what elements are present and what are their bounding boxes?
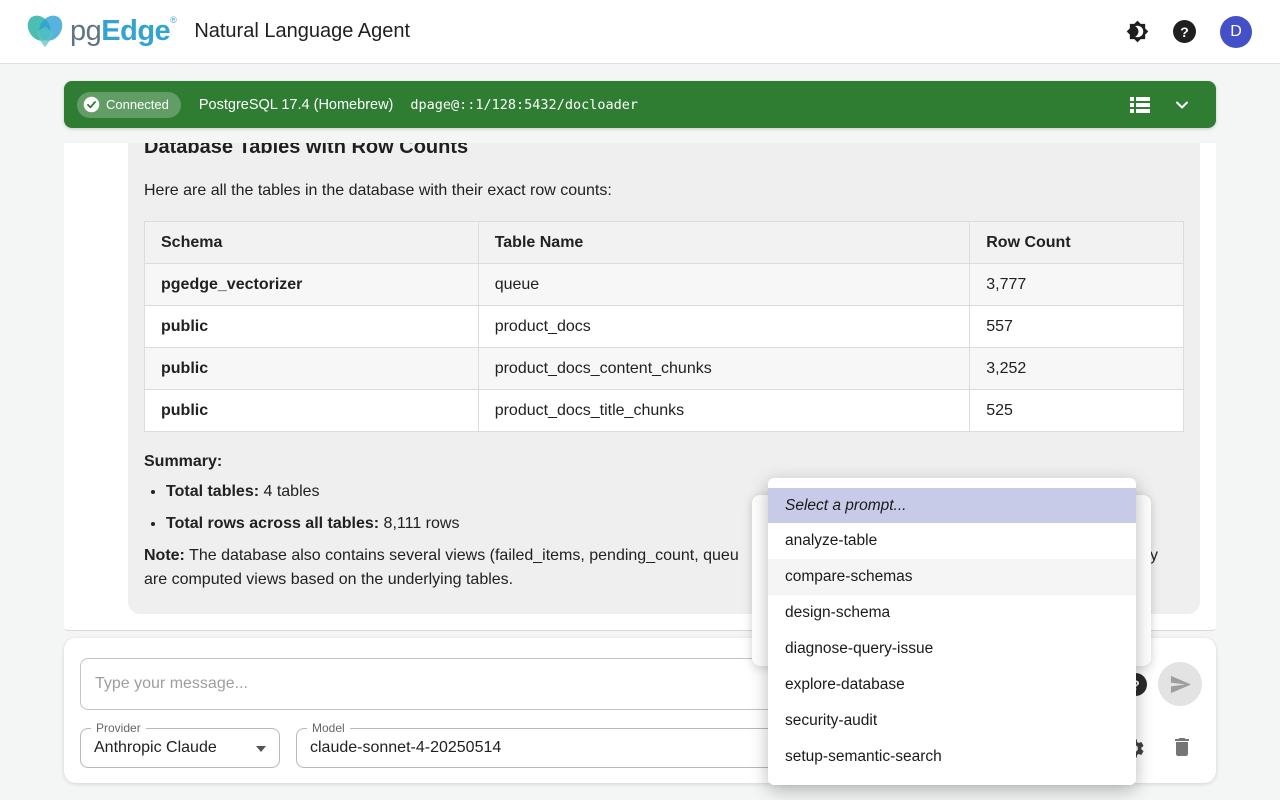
theme-toggle-button[interactable] bbox=[1125, 20, 1149, 44]
help-icon: ? bbox=[1180, 24, 1189, 40]
prompt-option[interactable]: setup-semantic-search bbox=[768, 739, 1136, 775]
app-header: pgEdge® Natural Language Agent ? D bbox=[0, 0, 1280, 64]
prompt-option[interactable]: analyze-table bbox=[768, 523, 1136, 559]
prompt-option[interactable]: security-audit bbox=[768, 703, 1136, 739]
message-intro: Here are all the tables in the database … bbox=[144, 179, 1184, 203]
table-row: public product_docs 557 bbox=[145, 306, 1184, 348]
dropdown-caret-icon bbox=[256, 746, 266, 752]
help-button[interactable]: ? bbox=[1173, 20, 1196, 43]
pgedge-logo: pgEdge® bbox=[22, 9, 176, 55]
prompt-option[interactable]: compare-schemas bbox=[768, 559, 1136, 595]
prompt-option[interactable]: diagnose-query-issue bbox=[768, 631, 1136, 667]
prompt-option[interactable]: explore-database bbox=[768, 667, 1136, 703]
dark-mode-icon bbox=[1126, 20, 1149, 43]
table-row: pgedge_vectorizer queue 3,777 bbox=[145, 264, 1184, 306]
row-counts-table: Schema Table Name Row Count pgedge_vecto… bbox=[144, 221, 1184, 432]
model-value: claude-sonnet-4-20250514 bbox=[310, 739, 501, 757]
connection-status-badge: Connected bbox=[77, 92, 181, 118]
provider-value: Anthropic Claude bbox=[94, 739, 217, 757]
clear-chat-button[interactable] bbox=[1170, 735, 1194, 759]
column-header-row-count: Row Count bbox=[970, 222, 1184, 264]
table-header-row: Schema Table Name Row Count bbox=[145, 222, 1184, 264]
prompt-option-placeholder[interactable]: Select a prompt... bbox=[768, 488, 1136, 523]
table-row: public product_docs_title_chunks 525 bbox=[145, 390, 1184, 432]
table-row: public product_docs_content_chunks 3,252 bbox=[145, 348, 1184, 390]
avatar-initial: D bbox=[1230, 23, 1242, 41]
connection-bar: Connected PostgreSQL 17.4 (Homebrew) dpa… bbox=[64, 81, 1216, 128]
summary-heading: Summary: bbox=[144, 452, 1184, 472]
user-avatar[interactable]: D bbox=[1220, 16, 1252, 48]
send-icon bbox=[1169, 673, 1192, 696]
pgedge-logo-text: pgEdge® bbox=[70, 15, 176, 48]
server-version-label: PostgreSQL 17.4 (Homebrew) bbox=[199, 97, 394, 113]
connection-string: dpage@::1/128:5432/docloader bbox=[410, 97, 638, 113]
chevron-down-icon[interactable] bbox=[1172, 95, 1192, 115]
model-label: Model bbox=[307, 721, 350, 735]
provider-select[interactable]: Provider Anthropic Claude bbox=[80, 728, 280, 768]
prompt-dropdown-menu: Select a prompt... analyze-table compare… bbox=[768, 478, 1136, 785]
column-header-schema: Schema bbox=[145, 222, 479, 264]
prompt-option[interactable]: design-schema bbox=[768, 595, 1136, 631]
connection-status-label: Connected bbox=[106, 97, 169, 112]
pgedge-heart-icon bbox=[22, 9, 68, 55]
check-circle-icon bbox=[83, 96, 100, 113]
provider-label: Provider bbox=[91, 721, 146, 735]
message-heading: Database Tables with Row Counts bbox=[144, 143, 1184, 161]
page-title: Natural Language Agent bbox=[194, 20, 410, 43]
trash-icon bbox=[1170, 735, 1194, 759]
send-button[interactable] bbox=[1158, 662, 1202, 706]
column-header-table-name: Table Name bbox=[478, 222, 970, 264]
server-list-icon[interactable] bbox=[1128, 94, 1152, 116]
note-left-text: Note: The database also contains several… bbox=[144, 544, 739, 568]
